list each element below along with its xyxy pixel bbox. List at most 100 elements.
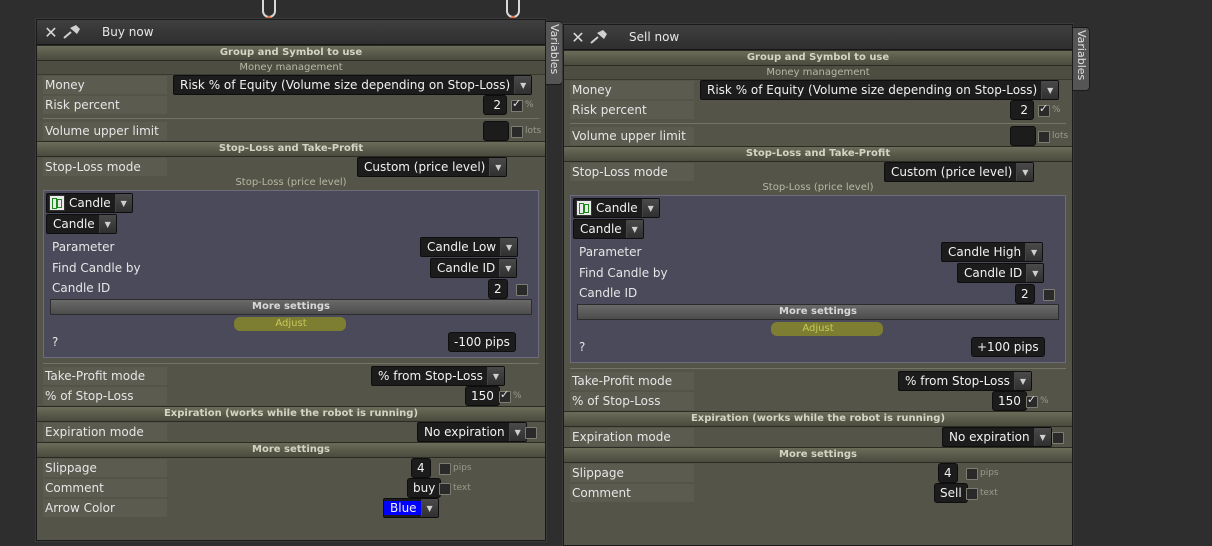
volume-upper-limit-checkbox[interactable] — [1038, 131, 1050, 143]
slippage-checkbox[interactable] — [966, 468, 978, 480]
arrow-color-label: Arrow Color — [43, 499, 167, 517]
take-profit-mode-label: Take-Profit mode — [43, 367, 167, 385]
chevron-down-icon: ▼ — [1025, 243, 1043, 261]
adjust-value-input[interactable]: -100 pips — [448, 332, 516, 352]
candle-source-dropdown[interactable]: Candle ▼ — [46, 193, 133, 213]
stop-loss-candle-block: Candle ▼ Candle ▼ Parameter Candle Low ▼… — [43, 190, 539, 358]
pct-stop-loss-input[interactable]: 150 — [992, 391, 1027, 411]
more-settings-header[interactable]: More settings — [564, 447, 1072, 463]
risk-percent-checkbox[interactable] — [511, 97, 523, 112]
stop-loss-price-level-header: Stop-Loss (price level) — [762, 182, 874, 193]
slippage-checkbox[interactable] — [439, 463, 451, 475]
chevron-down-icon: ▼ — [641, 199, 659, 217]
stop-loss-take-profit-header[interactable]: Stop-Loss and Take-Profit — [37, 141, 545, 157]
close-icon[interactable]: ✕ — [569, 28, 587, 47]
chevron-down-icon: ▼ — [1041, 81, 1059, 99]
risk-percent-label: Risk percent — [43, 96, 167, 114]
find-candle-label: Find Candle by — [579, 266, 668, 280]
stop-loss-take-profit-header[interactable]: Stop-Loss and Take-Profit — [564, 146, 1072, 162]
group-symbol-header[interactable]: Group and Symbol to use — [564, 50, 1072, 66]
chevron-down-icon: ▼ — [1026, 264, 1044, 282]
arrow-color-dropdown[interactable]: Blue ▼ — [383, 498, 439, 518]
parameter-dropdown[interactable]: Candle Low ▼ — [420, 237, 519, 257]
stop-loss-mode-label: Stop-Loss mode — [570, 163, 694, 181]
stop-loss-mode-dropdown[interactable]: Custom (price level) ▼ — [357, 157, 508, 177]
volume-upper-limit-input[interactable] — [483, 121, 509, 141]
pct-stop-loss-checkbox[interactable] — [499, 388, 511, 403]
adjust-header[interactable]: Adjust — [577, 321, 1059, 336]
volume-upper-limit-checkbox[interactable] — [511, 126, 523, 138]
money-management-header: Money management — [37, 61, 545, 75]
chevron-down-icon: ▼ — [1013, 372, 1031, 390]
find-candle-dropdown[interactable]: Candle ID ▼ — [957, 263, 1045, 283]
risk-percent-checkbox[interactable] — [1038, 102, 1050, 117]
comment-checkbox[interactable] — [966, 488, 978, 500]
candle-icon — [49, 195, 65, 211]
expiration-mode-dropdown[interactable]: No expiration ▼ — [417, 422, 527, 442]
comment-unit: text — [453, 483, 471, 493]
slippage-input[interactable]: 4 — [411, 458, 431, 478]
candle-id-label: Candle ID — [579, 286, 638, 300]
expiration-header[interactable]: Expiration (works while the robot is run… — [37, 406, 545, 422]
connector-wire-left — [262, 0, 276, 22]
candle-id-input[interactable]: 2 — [488, 279, 508, 299]
candle-type-dropdown[interactable]: Candle ▼ — [46, 214, 117, 234]
chevron-down-icon: ▼ — [420, 499, 438, 517]
volume-upper-limit-label: Volume upper limit — [570, 127, 694, 145]
find-candle-dropdown[interactable]: Candle ID ▼ — [430, 258, 518, 278]
candle-id-input[interactable]: 2 — [1015, 284, 1035, 304]
volume-upper-limit-input[interactable] — [1010, 126, 1036, 146]
more-settings-bar[interactable]: More settings — [50, 299, 532, 315]
adjust-header[interactable]: Adjust — [50, 316, 532, 331]
more-settings-bar[interactable]: More settings — [577, 304, 1059, 320]
risk-percent-unit: % — [525, 100, 534, 110]
expiration-header[interactable]: Expiration (works while the robot is run… — [564, 411, 1072, 427]
candle-id-checkbox[interactable] — [1043, 289, 1055, 301]
pin-icon[interactable] — [60, 22, 84, 42]
expiration-checkbox[interactable] — [525, 427, 537, 439]
panel-titlebar[interactable]: ✕ Buy now — [37, 20, 545, 45]
take-profit-mode-dropdown[interactable]: % from Stop-Loss ▼ — [371, 366, 505, 386]
money-management-dropdown[interactable]: Risk % of Equity (Volume size depending … — [700, 80, 1060, 100]
comment-input[interactable]: Sell — [934, 483, 968, 503]
slippage-input[interactable]: 4 — [938, 463, 958, 483]
pct-stop-loss-checkbox[interactable] — [1026, 393, 1038, 408]
stop-loss-mode-label: Stop-Loss mode — [43, 158, 167, 176]
slippage-label: Slippage — [43, 459, 167, 477]
adjust-value-input[interactable]: +100 pips — [971, 337, 1045, 357]
panel-title: Sell now — [629, 30, 680, 44]
more-settings-header[interactable]: More settings — [37, 442, 545, 458]
close-icon[interactable]: ✕ — [42, 23, 60, 42]
money-management-dropdown[interactable]: Risk % of Equity (Volume size depending … — [173, 75, 533, 95]
group-symbol-header[interactable]: Group and Symbol to use — [37, 45, 545, 61]
slippage-unit: pips — [453, 463, 472, 473]
pct-stop-loss-input[interactable]: 150 — [465, 386, 500, 406]
expiration-mode-dropdown[interactable]: No expiration ▼ — [942, 427, 1052, 447]
stop-loss-mode-dropdown[interactable]: Custom (price level) ▼ — [884, 162, 1035, 182]
chevron-down-icon: ▼ — [489, 158, 507, 176]
take-profit-mode-dropdown[interactable]: % from Stop-Loss ▼ — [898, 371, 1032, 391]
candle-type-dropdown[interactable]: Candle ▼ — [573, 219, 644, 239]
variables-tab[interactable]: Variables — [1072, 27, 1090, 91]
money-management-label: Money management — [43, 76, 167, 110]
comment-label: Comment — [570, 484, 694, 502]
parameter-label: Parameter — [52, 240, 115, 254]
money-management-label: Money management — [570, 81, 694, 115]
chevron-down-icon: ▼ — [114, 194, 132, 212]
candle-id-checkbox[interactable] — [516, 284, 528, 296]
comment-checkbox[interactable] — [439, 483, 451, 495]
chevron-down-icon: ▼ — [1033, 428, 1051, 446]
candle-source-dropdown[interactable]: Candle ▼ — [573, 198, 660, 218]
candle-id-label: Candle ID — [52, 281, 111, 295]
expiration-mode-label: Expiration mode — [43, 423, 167, 441]
pin-icon[interactable] — [587, 27, 611, 47]
risk-percent-input[interactable]: 2 — [1010, 100, 1034, 120]
variables-tab[interactable]: Variables — [545, 21, 563, 85]
expiration-checkbox[interactable] — [1052, 432, 1064, 444]
panel-titlebar[interactable]: ✕ Sell now — [564, 25, 1072, 50]
comment-input[interactable]: buy — [407, 478, 442, 498]
risk-percent-input[interactable]: 2 — [483, 95, 507, 115]
comment-unit: text — [980, 488, 998, 498]
chevron-down-icon: ▼ — [514, 76, 532, 94]
parameter-dropdown[interactable]: Candle High ▼ — [941, 242, 1044, 262]
